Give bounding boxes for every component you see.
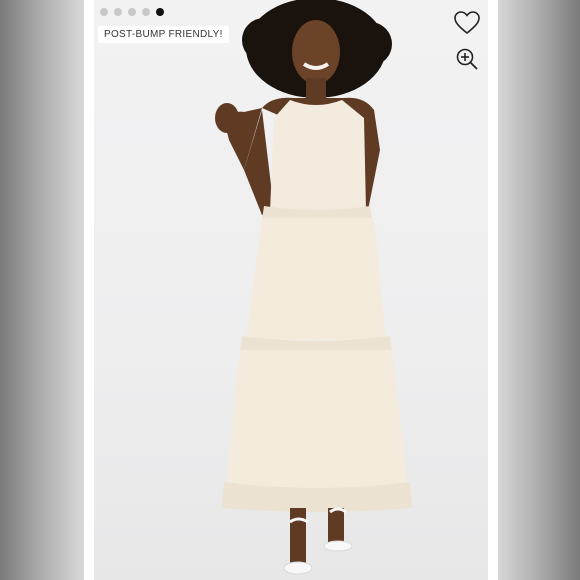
heart-outline-icon [454, 11, 480, 35]
carousel-dot[interactable] [156, 8, 164, 16]
carousel-dot[interactable] [114, 8, 122, 16]
backdrop-right [496, 0, 580, 580]
product-photo[interactable]: POST-BUMP FRIENDLY! [94, 0, 488, 580]
carousel-indicator [100, 8, 164, 16]
like-button[interactable] [452, 8, 482, 38]
backdrop-left [0, 0, 84, 580]
carousel-dot[interactable] [128, 8, 136, 16]
carousel-dot[interactable] [100, 8, 108, 16]
model-figure [215, 0, 412, 575]
zoom-in-icon [456, 48, 478, 70]
zoom-button[interactable] [452, 44, 482, 74]
product-image-frame: POST-BUMP FRIENDLY! [84, 0, 498, 580]
carousel-dot[interactable] [142, 8, 150, 16]
post-bump-friendly-badge: POST-BUMP FRIENDLY! [98, 26, 229, 43]
